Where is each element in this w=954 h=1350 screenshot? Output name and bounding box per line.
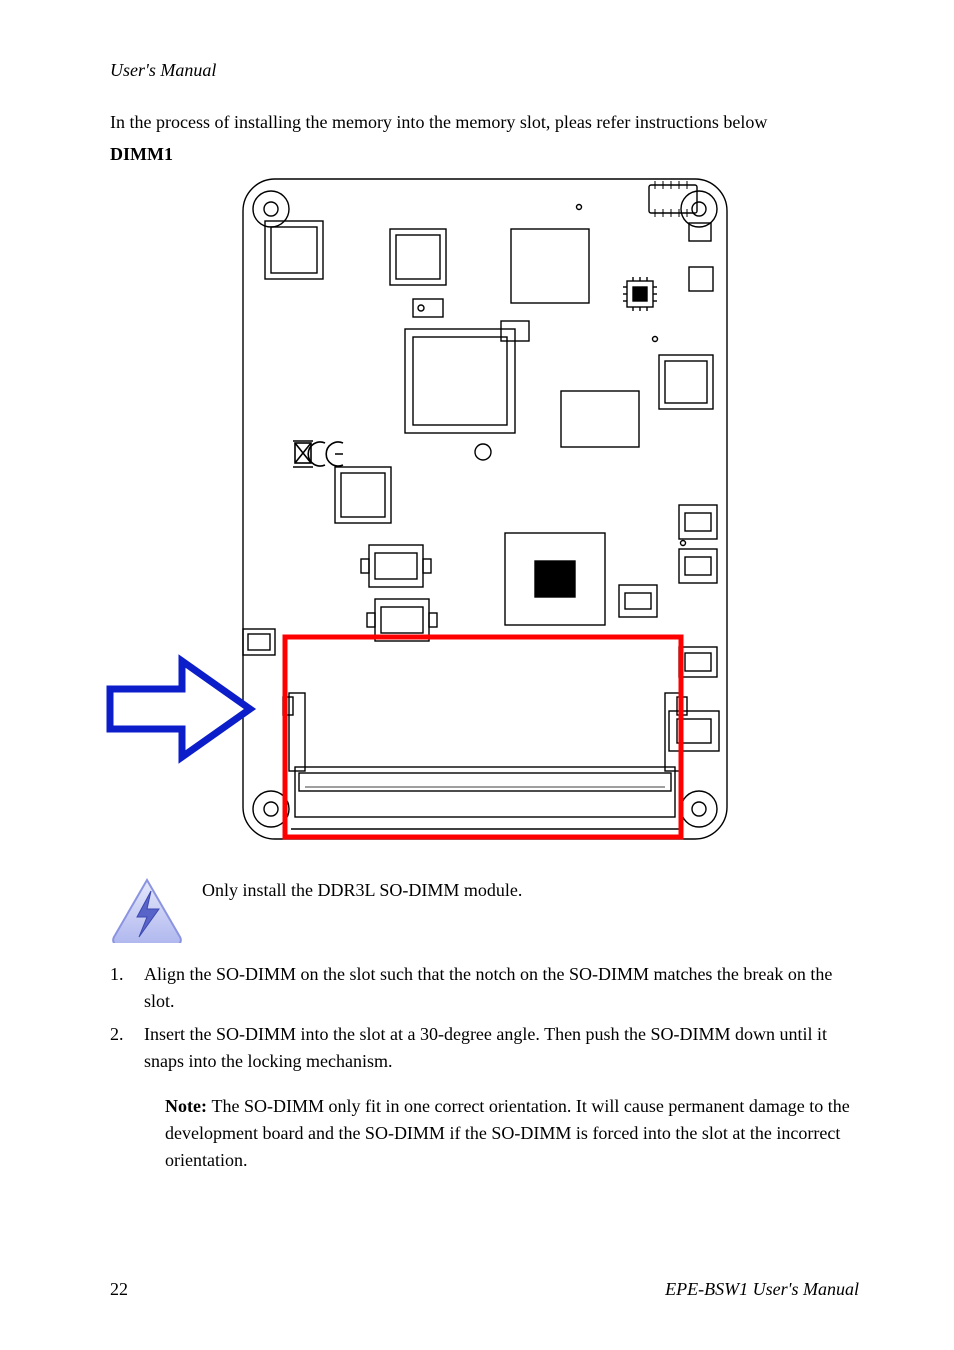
step-1: 1. Align the SO-DIMM on the slot such th… (110, 961, 859, 1015)
arrow-right-icon (100, 654, 260, 764)
step-number: 2. (110, 1021, 126, 1075)
step-number: 1. (110, 961, 126, 1015)
note-paragraph: Note: The SO-DIMM only fit in one correc… (165, 1093, 859, 1174)
warning-text: Only install the DDR3L SO-DIMM module. (202, 877, 522, 905)
header-title: User's Manual (110, 60, 216, 81)
step-2: 2. Insert the SO-DIMM into the slot at a… (110, 1021, 859, 1075)
footer-title: EPE-BSW1 User's Manual (665, 1279, 859, 1300)
note-label: Note: (165, 1096, 211, 1116)
page: User's Manual In the process of installi… (0, 0, 954, 1350)
pcb-diagram (235, 169, 735, 849)
warning-row: Only install the DDR3L SO-DIMM module. (110, 877, 859, 943)
intro-paragraph: In the process of installing the memory … (110, 109, 859, 136)
install-steps: 1. Align the SO-DIMM on the slot such th… (110, 961, 859, 1174)
page-header: User's Manual (110, 60, 859, 81)
step-text: Align the SO-DIMM on the slot such that … (144, 961, 859, 1015)
page-footer: 22 EPE-BSW1 User's Manual (110, 1279, 859, 1300)
note-text: The SO-DIMM only fit in one correct orie… (165, 1096, 850, 1170)
step-text: Insert the SO-DIMM into the slot at a 30… (144, 1021, 859, 1075)
page-number: 22 (110, 1279, 128, 1300)
board-diagram-container (110, 169, 859, 849)
esd-warning-icon (110, 877, 184, 943)
dimm-label: DIMM1 (110, 144, 859, 165)
